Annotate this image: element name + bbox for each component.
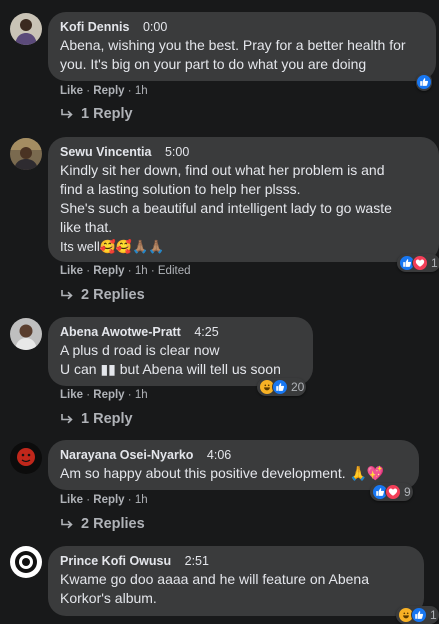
reply-link[interactable]: Reply <box>93 265 124 277</box>
comment-age: 1h <box>134 265 148 277</box>
love-reaction-icon <box>385 484 401 500</box>
love-reaction-icon <box>412 255 428 271</box>
reply-link[interactable]: Reply <box>93 389 124 401</box>
reaction-summary[interactable]: 9 <box>370 483 413 501</box>
like-link[interactable]: Like <box>60 265 83 277</box>
like-link[interactable]: Like <box>60 85 83 97</box>
reaction-summary[interactable] <box>416 73 432 91</box>
comment-text: Kindly sit her down, find out what her p… <box>60 162 392 254</box>
reaction-summary[interactable]: 20 <box>257 378 307 396</box>
commenter-name[interactable]: Abena Awotwe-Pratt <box>60 325 181 339</box>
commenter-name[interactable]: Narayana Osei-Nyarko <box>60 448 193 462</box>
like-reaction-icon <box>272 379 288 395</box>
commenter-name[interactable]: Sewu Vincentia <box>60 145 151 159</box>
avatar-image <box>10 13 42 45</box>
comment-timestamp: 2:51 <box>184 554 209 568</box>
reaction-count: 9 <box>404 485 411 499</box>
reply-link[interactable]: Reply <box>93 494 124 506</box>
like-link[interactable]: Like <box>60 494 83 506</box>
comment-actions: Like · Reply · 1h <box>60 389 148 401</box>
commenter-name[interactable]: Kofi Dennis <box>60 20 129 34</box>
comment-bubble: Sewu Vincentia 5:00 Kindly sit her down,… <box>48 137 439 262</box>
comment-text: A plus d road is clear now U can ▮▮ but … <box>60 342 281 377</box>
comment-timestamp: 4:06 <box>206 448 232 462</box>
comment-bubble: Narayana Osei-Nyarko 4:06 Am so happy ab… <box>48 440 419 490</box>
comment-timestamp: 4:25 <box>194 325 219 339</box>
commenter-name[interactable]: Prince Kofi Owusu <box>60 554 171 568</box>
avatar-image <box>10 442 42 474</box>
comment-text: Abena, wishing you the best. Pray for a … <box>60 37 406 72</box>
view-replies-button[interactable]: 1 Reply <box>60 106 133 122</box>
reply-arrow-icon <box>60 518 74 530</box>
comment-bubble: Kofi Dennis 0:00 Abena, wishing you the … <box>48 12 436 81</box>
comment-bubble: Abena Awotwe-Pratt 4:25 A plus d road is… <box>48 317 313 386</box>
comment-age: 1h <box>134 494 148 506</box>
comment-timestamp: 5:00 <box>164 145 190 159</box>
avatar[interactable] <box>10 138 42 170</box>
reply-arrow-icon <box>60 108 74 120</box>
like-reaction-icon <box>416 74 432 90</box>
comment-age: 1h <box>134 85 148 97</box>
reaction-summary[interactable]: 1 <box>396 606 439 624</box>
view-replies-button[interactable]: 2 Replies <box>60 516 145 532</box>
avatar-image <box>10 318 42 350</box>
reply-link[interactable]: Reply <box>93 85 124 97</box>
reaction-count: 1 <box>430 608 437 622</box>
comment-bubble: Prince Kofi Owusu 2:51 Kwame go doo aaaa… <box>48 546 424 616</box>
comment-text: Am so happy about this positive developm… <box>60 465 385 481</box>
reply-arrow-icon <box>60 413 74 425</box>
reaction-count: 1 <box>431 256 438 270</box>
comment-text: Kwame go doo aaaa and he will feature on… <box>60 571 370 606</box>
avatar[interactable] <box>10 318 42 350</box>
avatar[interactable] <box>10 546 42 578</box>
avatar[interactable] <box>10 13 42 45</box>
view-replies-button[interactable]: 2 Replies <box>60 287 145 303</box>
like-reaction-icon <box>411 607 427 623</box>
reply-arrow-icon <box>60 289 74 301</box>
like-link[interactable]: Like <box>60 389 83 401</box>
avatar-image <box>10 546 42 578</box>
comment-age: 1h <box>134 389 148 401</box>
comment-actions: Like · Reply · 1h <box>60 494 148 506</box>
reaction-summary[interactable]: 1 <box>397 254 439 272</box>
reaction-count: 20 <box>291 380 305 394</box>
comment-actions: Like · Reply · 1h · Edited <box>60 265 191 277</box>
comment-timestamp: 0:00 <box>142 20 168 34</box>
avatar[interactable] <box>10 442 42 474</box>
avatar-image <box>10 138 42 170</box>
comment-actions: Like · Reply · 1h <box>60 85 148 97</box>
view-replies-button[interactable]: 1 Reply <box>60 411 133 427</box>
edited-label: Edited <box>157 265 191 277</box>
